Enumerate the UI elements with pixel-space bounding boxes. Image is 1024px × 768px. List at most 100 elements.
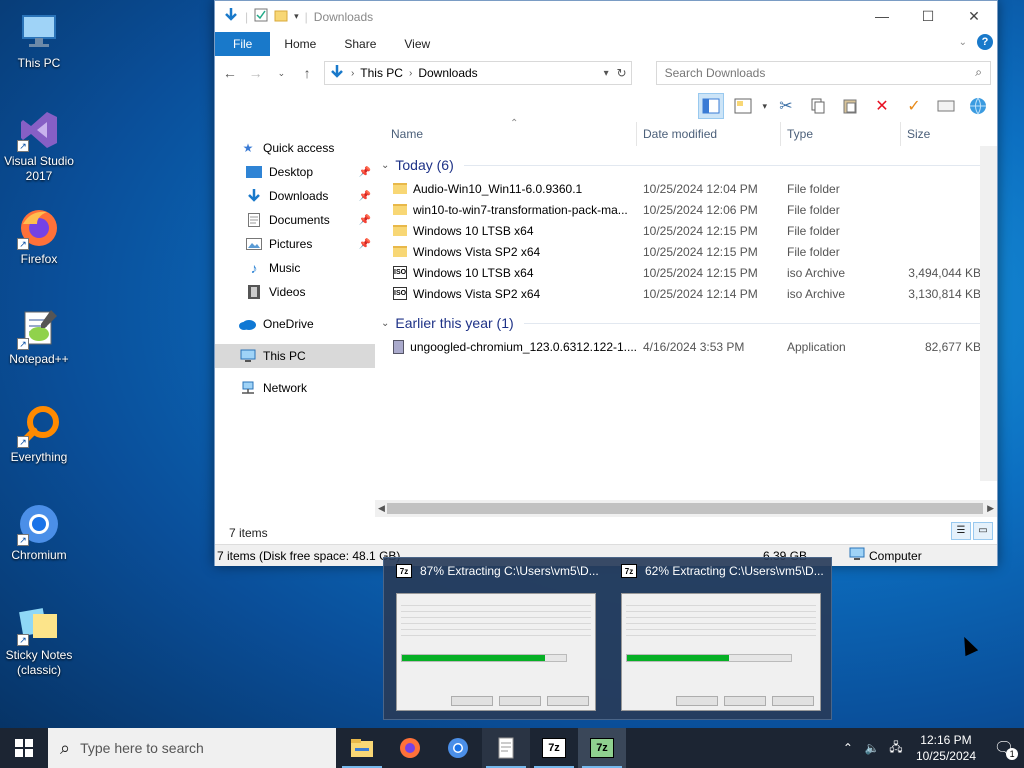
horizontal-scrollbar[interactable]: ◀ ▶ <box>375 500 997 517</box>
nav-item-network[interactable]: Network <box>215 376 375 400</box>
desktop-icon-sticky-notes[interactable]: ↗ Sticky Notes (classic) <box>2 602 76 678</box>
network-icon[interactable]: 🖧 <box>884 738 908 759</box>
table-row[interactable]: ISO Windows 10 LTSB x64 10/25/2024 12:15 … <box>375 262 997 283</box>
recent-locations-chevron-icon[interactable]: ⌄ <box>272 68 290 79</box>
table-row[interactable]: win10-to-win7-transformation-pack-ma... … <box>375 199 997 220</box>
tab-view[interactable]: View <box>390 32 444 56</box>
up-button[interactable]: ↑ <box>298 65 316 81</box>
notification-icon: 🗨 1 <box>994 738 1019 760</box>
desktop-icon-chromium[interactable]: ↗ Chromium <box>2 502 76 563</box>
column-header-size[interactable]: Size <box>901 122 981 146</box>
address-dropdown-icon[interactable]: ▾ <box>604 68 609 79</box>
minimize-button[interactable]: — <box>859 1 905 31</box>
details-view-icon[interactable]: ☰ <box>951 522 971 540</box>
large-icons-view-icon[interactable]: ▭ <box>973 522 993 540</box>
address-bar[interactable]: › This PC › Downloads ▾ ↻ <box>323 61 632 85</box>
preview-item-7z-1[interactable]: 7z 87% Extracting C:\Users\vm5\D... <box>384 558 604 718</box>
navigation-pane: ★ Quick access Desktop 📌 Downloads 📌 Doc… <box>215 122 375 522</box>
notification-count: 1 <box>1006 748 1019 760</box>
preview-thumbnail <box>621 593 821 711</box>
window-title: Downloads <box>313 9 374 24</box>
clock[interactable]: 12:16 PM 10/25/2024 <box>908 732 984 764</box>
forward-button[interactable]: → <box>247 65 265 81</box>
column-label: Size <box>907 126 931 141</box>
nav-label: This PC <box>263 349 306 363</box>
file-name: Windows Vista SP2 x64 <box>413 286 541 301</box>
table-row[interactable]: Windows Vista SP2 x64 10/25/2024 12:15 P… <box>375 241 997 262</box>
scrollbar-thumb[interactable] <box>387 503 983 514</box>
breadcrumb-downloads[interactable]: Downloads <box>418 66 477 80</box>
quick-access-toolbar: | ▾ | <box>223 7 308 26</box>
desktop-icon-firefox[interactable]: ↗ Firefox <box>2 206 76 267</box>
tab-home[interactable]: Home <box>270 32 330 56</box>
search-input[interactable]: Search Downloads ⌕ <box>655 61 991 85</box>
nav-item-onedrive[interactable]: OneDrive <box>215 312 375 336</box>
nav-item-documents[interactable]: Documents 📌 <box>215 208 375 232</box>
nav-item-desktop[interactable]: Desktop 📌 <box>215 160 375 184</box>
expand-ribbon-chevron-icon[interactable]: ⌄ <box>959 37 967 48</box>
network-globe-icon[interactable] <box>965 93 991 119</box>
nav-item-quick-access[interactable]: ★ Quick access <box>215 136 375 160</box>
title-bar[interactable]: | ▾ | Downloads — ☐ ✕ <box>215 1 997 32</box>
column-header-date[interactable]: Date modified <box>637 121 781 146</box>
nav-item-pictures[interactable]: Pictures 📌 <box>215 232 375 256</box>
preview-item-7z-2[interactable]: 7z 62% Extracting C:\Users\vm5\D... <box>609 558 829 718</box>
firefox-icon <box>400 738 420 758</box>
refresh-icon[interactable]: ↻ <box>617 66 627 80</box>
start-button[interactable] <box>0 728 48 768</box>
details-pane-button[interactable] <box>730 93 756 119</box>
volume-muted-icon[interactable]: 🔈 <box>860 741 884 755</box>
rename-check-icon[interactable]: ✓ <box>901 93 927 119</box>
taskbar-7zip-1[interactable]: 7z <box>530 728 578 768</box>
close-button[interactable]: ✕ <box>951 1 997 31</box>
nav-item-videos[interactable]: Videos <box>215 280 375 304</box>
taskbar-7zip-2[interactable]: 7z <box>578 728 626 768</box>
nav-item-music[interactable]: ♪ Music <box>215 256 375 280</box>
maximize-button[interactable]: ☐ <box>905 1 951 31</box>
item-count: 7 items <box>229 526 268 540</box>
breadcrumb-chevron-icon[interactable]: › <box>351 68 354 79</box>
taskbar-search-input[interactable]: ⌕ Type here to search <box>48 728 336 768</box>
scroll-right-arrow-icon[interactable]: ▶ <box>987 503 994 514</box>
column-header-type[interactable]: Type <box>781 121 901 146</box>
show-hidden-icons-chevron-icon[interactable]: ⌃ <box>836 741 860 755</box>
table-row[interactable]: ungoogled-chromium_123.0.6312.122-1.... … <box>375 336 997 357</box>
properties-checkbox-icon[interactable] <box>254 8 268 25</box>
taskbar-file-explorer[interactable] <box>338 728 386 768</box>
table-row[interactable]: Audio-Win10_Win11-6.0.9360.1 10/25/2024 … <box>375 178 997 199</box>
group-header-earlier-this-year[interactable]: ⌄ Earlier this year (1) <box>375 310 997 336</box>
cut-icon[interactable]: ✂ <box>773 93 799 119</box>
taskbar-notepad-document[interactable] <box>482 728 530 768</box>
delete-icon[interactable]: ✕ <box>869 93 895 119</box>
file-size: 3,494,044 KB <box>908 265 981 280</box>
new-folder-icon[interactable] <box>274 8 288 25</box>
nav-item-this-pc[interactable]: This PC <box>215 344 375 368</box>
table-row[interactable]: ISO Windows Vista SP2 x64 10/25/2024 12:1… <box>375 283 997 304</box>
column-header-name[interactable]: Name ⌃ <box>375 118 637 146</box>
scroll-left-arrow-icon[interactable]: ◀ <box>378 503 385 514</box>
preview-pane-button[interactable] <box>698 93 725 119</box>
taskbar-firefox[interactable] <box>386 728 434 768</box>
help-icon[interactable]: ? <box>977 34 993 50</box>
layout-dropdown-icon[interactable]: ▾ <box>762 101 767 112</box>
copy-icon[interactable] <box>805 93 831 119</box>
desktop-icon-everything[interactable]: ↗ Everything <box>2 404 76 465</box>
back-button[interactable]: ← <box>221 65 239 81</box>
table-row[interactable]: Windows 10 LTSB x64 10/25/2024 12:15 PM … <box>375 220 997 241</box>
tab-share[interactable]: Share <box>330 32 390 56</box>
breadcrumb-chevron-icon[interactable]: › <box>409 68 412 79</box>
desktop-icon-visual-studio[interactable]: ↗ Visual Studio 2017 <box>2 108 76 184</box>
group-header-today[interactable]: ⌄ Today (6) <box>375 152 997 178</box>
paste-icon[interactable] <box>837 93 863 119</box>
nav-item-downloads[interactable]: Downloads 📌 <box>215 184 375 208</box>
taskbar-chromium[interactable] <box>434 728 482 768</box>
desktop-icon-this-pc[interactable]: This PC <box>2 10 76 71</box>
breadcrumb-this-pc[interactable]: This PC <box>360 66 403 80</box>
tab-file[interactable]: File <box>215 32 271 56</box>
vertical-scrollbar[interactable] <box>980 146 997 481</box>
desktop-icon-notepadpp[interactable]: ↗ Notepad++ <box>2 306 76 367</box>
action-center-button[interactable]: 🗨 1 <box>984 728 1024 768</box>
properties-icon[interactable] <box>933 93 959 119</box>
customize-dropdown-icon[interactable]: ▾ <box>294 11 299 22</box>
progress-fill <box>402 655 545 661</box>
